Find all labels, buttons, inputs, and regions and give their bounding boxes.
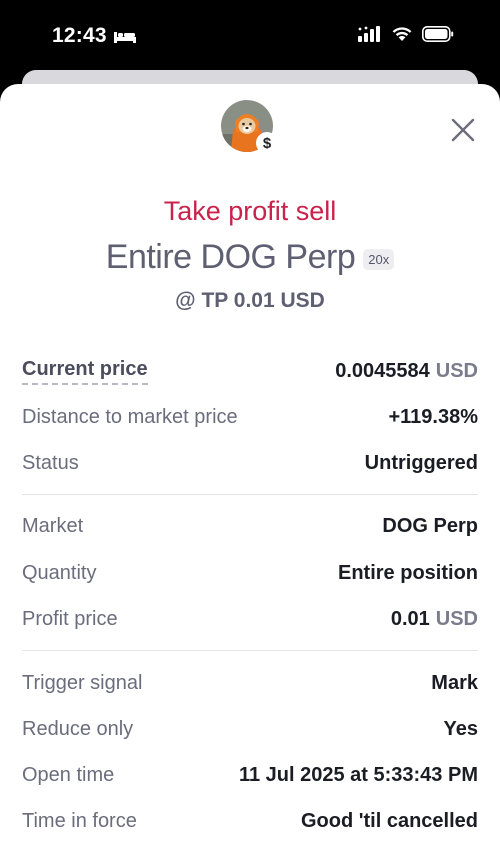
wifi-icon	[392, 27, 412, 41]
row-value: Good 'til cancelled	[300, 809, 478, 832]
row-label[interactable]: Current price	[22, 358, 148, 385]
divider	[22, 650, 478, 651]
close-button[interactable]	[447, 114, 479, 146]
battery-icon	[422, 26, 454, 42]
status-time: 12:43	[52, 24, 137, 48]
row-value: 0.01 USD	[391, 608, 478, 631]
profit-price-value: 0.01	[390, 607, 430, 630]
row-open-time: Open time 11 Jul 2025 at 5:33:43 PM	[22, 760, 478, 790]
dollar-badge: $	[256, 132, 278, 154]
row-market: Market DOG Perp	[22, 511, 478, 541]
status-icons	[358, 26, 454, 42]
row-value: +119.38%	[388, 405, 478, 428]
row-value: 11 Jul 2025 at 5:33:43 PM	[238, 763, 478, 786]
row-status: Status Untriggered	[22, 448, 478, 478]
trigger-price: @ TP 0.01 USD	[175, 289, 325, 312]
row-label: Reduce only	[22, 717, 134, 740]
row-label: Trigger signal	[22, 671, 143, 694]
row-label: Time in force	[22, 809, 137, 832]
divider	[22, 494, 478, 495]
row-value: Untriggered	[364, 451, 478, 474]
current-price-unit: USD	[435, 359, 478, 382]
current-price-value: 0.0045584	[335, 359, 430, 382]
row-label: Open time	[22, 763, 115, 786]
row-value: Yes	[443, 717, 478, 740]
row-value: DOG Perp	[382, 514, 478, 537]
row-distance-to-market: Distance to market price +119.38%	[22, 402, 478, 432]
cellular-signal-icon	[358, 26, 380, 42]
row-value: Mark	[431, 671, 478, 694]
row-label: Profit price	[22, 607, 118, 630]
close-icon	[451, 118, 475, 142]
order-title: Entire DOG Perp	[105, 238, 356, 276]
row-reduce-only: Reduce only Yes	[22, 714, 478, 744]
sleep-focus-icon	[113, 32, 136, 43]
row-value: 0.0045584 USD	[335, 360, 478, 383]
row-label: Market	[22, 514, 84, 537]
title-row: Entire DOG Perp 20x	[0, 238, 500, 277]
row-label: Distance to market price	[22, 405, 238, 428]
clock-time: 12:43	[52, 24, 107, 47]
row-quantity: Quantity Entire position	[22, 558, 478, 588]
row-value: Entire position	[338, 561, 478, 584]
leverage-badge: 20x	[363, 249, 395, 270]
row-label: Quantity	[22, 561, 97, 584]
row-time-in-force: Time in force Good 'til cancelled	[22, 806, 478, 836]
status-bar: 12:43	[0, 0, 500, 72]
row-label: Status	[22, 451, 79, 474]
row-profit-price: Profit price 0.01 USD	[22, 604, 478, 634]
row-trigger-signal: Trigger signal Mark	[22, 668, 478, 698]
order-type: Take profit sell	[163, 196, 337, 226]
row-current-price: Current price 0.0045584 USD	[22, 356, 478, 386]
profit-price-unit: USD	[435, 607, 478, 630]
